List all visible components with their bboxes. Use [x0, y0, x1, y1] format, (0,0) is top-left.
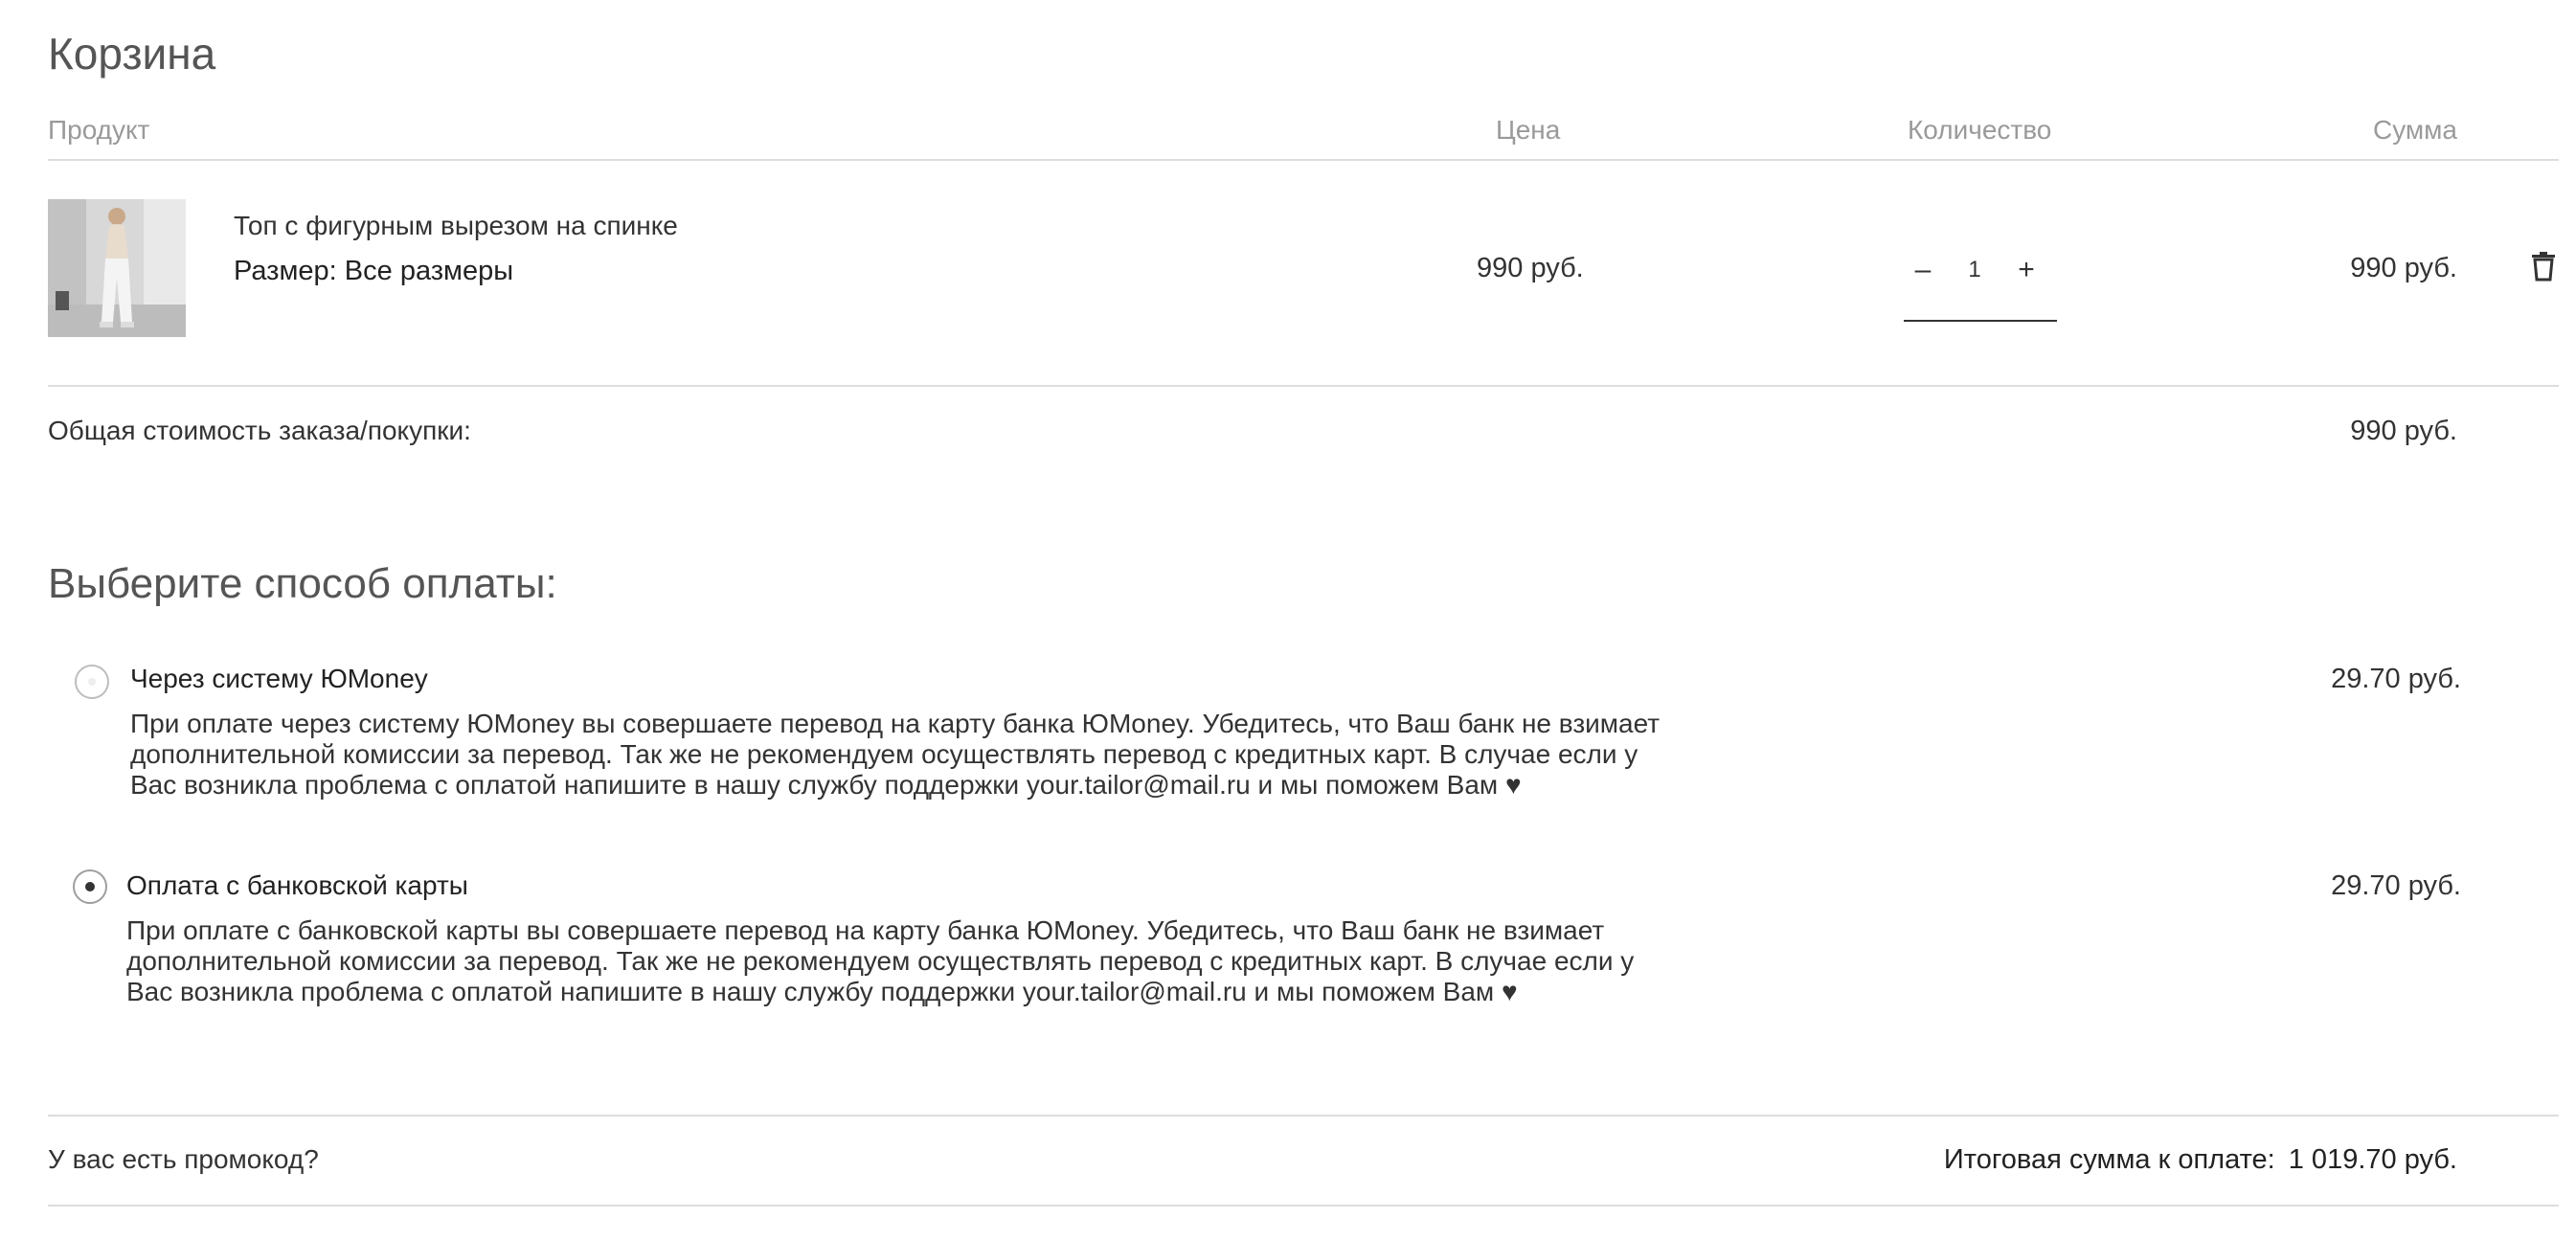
- header-divider: [48, 159, 2559, 161]
- quantity-input[interactable]: [1942, 251, 2007, 289]
- payment-divider: [48, 1115, 2559, 1117]
- product-price: 990 руб.: [1477, 253, 1584, 283]
- column-header-sum: Сумма: [2373, 115, 2457, 145]
- quantity-stepper: – +: [1904, 239, 2057, 322]
- trash-icon[interactable]: [2528, 251, 2559, 282]
- column-header-quantity: Количество: [1908, 115, 2052, 145]
- payment-title: Выберите способ оплаты:: [48, 560, 557, 607]
- order-total-label: Общая стоимость заказа/покупки:: [48, 416, 471, 445]
- promo-code-link[interactable]: У вас есть промокод?: [48, 1142, 319, 1177]
- cart-page: Корзина Продукт Цена Количество Сумма То…: [0, 0, 2576, 1241]
- product-photo-icon: [48, 199, 186, 337]
- payment-option-yoomoney-title[interactable]: Через систему ЮMoney: [130, 662, 428, 696]
- column-header-product: Продукт: [48, 115, 150, 145]
- product-name[interactable]: Топ с фигурным вырезом на спинке: [234, 209, 678, 243]
- payment-option-card-fee: 29.70 руб.: [2331, 870, 2461, 901]
- payment-option-yoomoney-description: При оплате через систему ЮMoney вы совер…: [130, 709, 1661, 800]
- final-total: Итоговая сумма к оплате: 1 019.70 руб.: [1944, 1142, 2457, 1177]
- payment-option-yoomoney-fee: 29.70 руб.: [2331, 664, 2461, 694]
- order-total-value: 990 руб.: [2350, 416, 2457, 446]
- quantity-decrease-button[interactable]: –: [1904, 251, 1942, 289]
- final-total-value: 1 019.70 руб.: [2288, 1144, 2457, 1175]
- payment-option-card-description: При оплате с банковской карты вы соверша…: [126, 915, 1635, 1006]
- column-header-price: Цена: [1496, 115, 1561, 145]
- product-image[interactable]: [48, 199, 186, 337]
- payment-option-card-radio[interactable]: [73, 869, 107, 904]
- product-size: Размер: Все размеры: [234, 256, 514, 286]
- product-sum: 990 руб.: [2350, 253, 2457, 283]
- payment-option-yoomoney-radio[interactable]: [75, 665, 109, 699]
- final-total-label: Итоговая сумма к оплате:: [1943, 1144, 2275, 1175]
- quantity-increase-button[interactable]: +: [2007, 251, 2045, 289]
- item-divider: [48, 385, 2559, 387]
- footer-divider: [48, 1205, 2559, 1207]
- payment-option-card-title[interactable]: Оплата с банковской карты: [126, 869, 468, 903]
- cart-title: Корзина: [48, 29, 216, 79]
